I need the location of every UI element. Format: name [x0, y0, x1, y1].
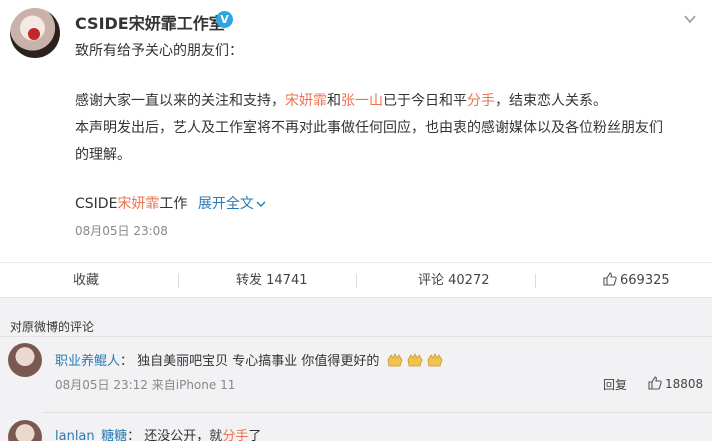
thumb-up-icon [603, 272, 617, 286]
clap-emoji-icon [387, 353, 403, 367]
comment-body: lanlan_糖糖： 还没公开，就分手了 [55, 425, 261, 441]
comment-text: 还没公开，就 [144, 429, 223, 441]
commenter-name[interactable]: 职业养鲲人 [55, 354, 120, 369]
thumb-up-icon [648, 376, 662, 390]
post-timestamp[interactable]: 08月05日 23:08 [75, 222, 168, 239]
repost-button[interactable]: 转发 14741 [236, 263, 308, 299]
commenter-name[interactable]: lanlan_糖糖 [55, 429, 127, 441]
body-text-segment: 和 [327, 93, 341, 109]
comment-text: 独自美丽吧宝贝 专心搞事业 你值得更好的 [137, 354, 380, 369]
comment-sep: ： [120, 354, 134, 369]
post-body: 感谢大家一直以来的关注和支持，宋妍霏和张一山已于今日和平分手，结束恋人关系。 本… [75, 88, 675, 169]
chevron-down-icon[interactable] [683, 12, 697, 26]
reply-button[interactable]: 回复 [603, 376, 627, 393]
body-paragraph: 本声明发出后，艺人及工作室将不再对此事做任何回应，也由衷的感谢媒体以及各位粉丝朋… [75, 120, 663, 163]
highlight-name[interactable]: 宋妍霏 [117, 196, 159, 212]
chevron-down-icon [256, 201, 266, 207]
comment-sep: ： [127, 429, 141, 441]
comment-like-button[interactable]: 18808 [648, 376, 703, 391]
signature-text: 工作 [159, 196, 188, 212]
clap-emoji-icon [407, 353, 423, 367]
weibo-post: CSIDE宋妍霏工作室 V 致所有给予关心的朋友们： 感谢大家一直以来的关注和支… [0, 0, 712, 262]
favorite-button[interactable]: 收藏 [73, 263, 99, 299]
commenter-avatar[interactable] [8, 420, 42, 441]
comment-meta: 08月05日 23:12 来自iPhone 11 [55, 378, 236, 392]
highlight-keyword[interactable]: 分手 [467, 93, 495, 109]
like-count: 669325 [620, 273, 670, 288]
comments-section: 对原微博的评论 职业养鲲人： 独自美丽吧宝贝 专心搞事业 你值得更好的 08月0… [0, 298, 712, 441]
post-action-bar: 收藏 转发 14741 评论 40272 669325 [0, 262, 712, 298]
clap-emoji-icon [427, 353, 443, 367]
comment-body: 职业养鲲人： 独自美丽吧宝贝 专心搞事业 你值得更好的 [55, 350, 444, 369]
divider [178, 274, 179, 288]
author-avatar[interactable] [10, 8, 60, 58]
comments-title: 对原微博的评论 [10, 320, 95, 334]
comment-like-count: 18808 [665, 377, 704, 391]
like-button[interactable]: 669325 [603, 263, 670, 299]
verified-icon: V [216, 11, 233, 28]
expand-full-text-link[interactable]: 展开全文 [198, 196, 266, 212]
greeting-text: 致所有给予关心的朋友们： [75, 43, 243, 59]
author-name[interactable]: CSIDE宋妍霏工作室 [75, 10, 225, 34]
divider [42, 412, 712, 413]
signature-text: CSIDE [75, 196, 118, 212]
divider [0, 336, 712, 337]
body-text-segment: 已于今日和平 [383, 93, 467, 109]
expand-label: 展开全文 [197, 196, 254, 212]
commenter-avatar[interactable] [8, 343, 42, 377]
highlight-name[interactable]: 宋妍霏 [285, 93, 327, 109]
divider [535, 274, 536, 288]
body-text-segment: 感谢大家一直以来的关注和支持， [75, 93, 285, 109]
divider [356, 274, 357, 288]
highlight-keyword[interactable]: 分手 [222, 429, 248, 441]
highlight-name[interactable]: 张一山 [341, 93, 383, 109]
comment-text: 了 [248, 429, 262, 441]
comment-button[interactable]: 评论 40272 [418, 263, 490, 299]
body-text-segment: ，结束恋人关系。 [495, 93, 607, 109]
post-signature: CSIDE宋妍霏工作 展开全文 [75, 193, 266, 213]
